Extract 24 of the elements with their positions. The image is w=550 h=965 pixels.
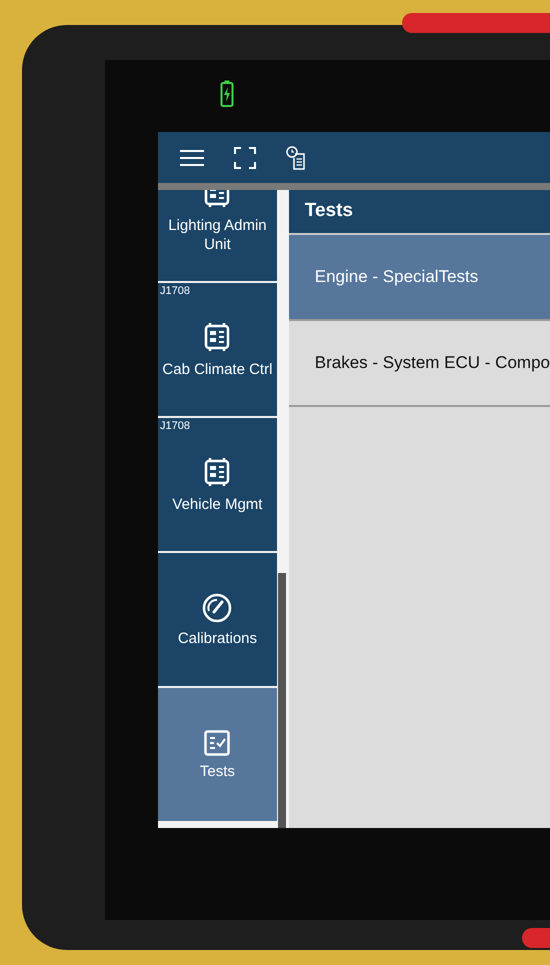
gauge-icon [202,593,232,623]
checklist-icon [204,730,230,756]
protocol-label: J1708 [160,285,190,297]
sidebar-item[interactable]: Lighting Admin Unit [158,190,277,281]
sidebar-item[interactable]: J1708 Vehicle Mgmt [158,418,277,551]
document-clock-icon[interactable] [286,146,306,170]
protocol-label: J1708 [160,420,190,432]
menu-icon[interactable] [180,148,204,166]
battery-charging-icon [220,80,234,108]
module-icon [202,322,232,354]
sidebar-item-label: Cab Climate Ctrl [162,360,272,379]
bumper-trim [522,928,550,948]
sidebar-item[interactable]: J1708 Cab Climate Ctrl [158,283,277,416]
sidebar-item-label: Lighting Admin Unit [167,216,268,254]
module-icon [202,457,232,489]
sidebar-item-label: Vehicle Mgmt [172,495,262,514]
fullscreen-icon[interactable] [234,146,256,168]
panel-title: Tests [288,190,550,235]
sidebar-item-label: Tests [200,762,235,781]
scrollbar-thumb[interactable] [278,573,286,828]
sidebar-item-label: Calibrations [178,629,258,648]
test-row[interactable]: Engine - SpecialTests [288,235,550,321]
sidebar-item[interactable]: Tests [158,688,277,821]
sidebar-item[interactable]: Calibrations [158,553,277,686]
